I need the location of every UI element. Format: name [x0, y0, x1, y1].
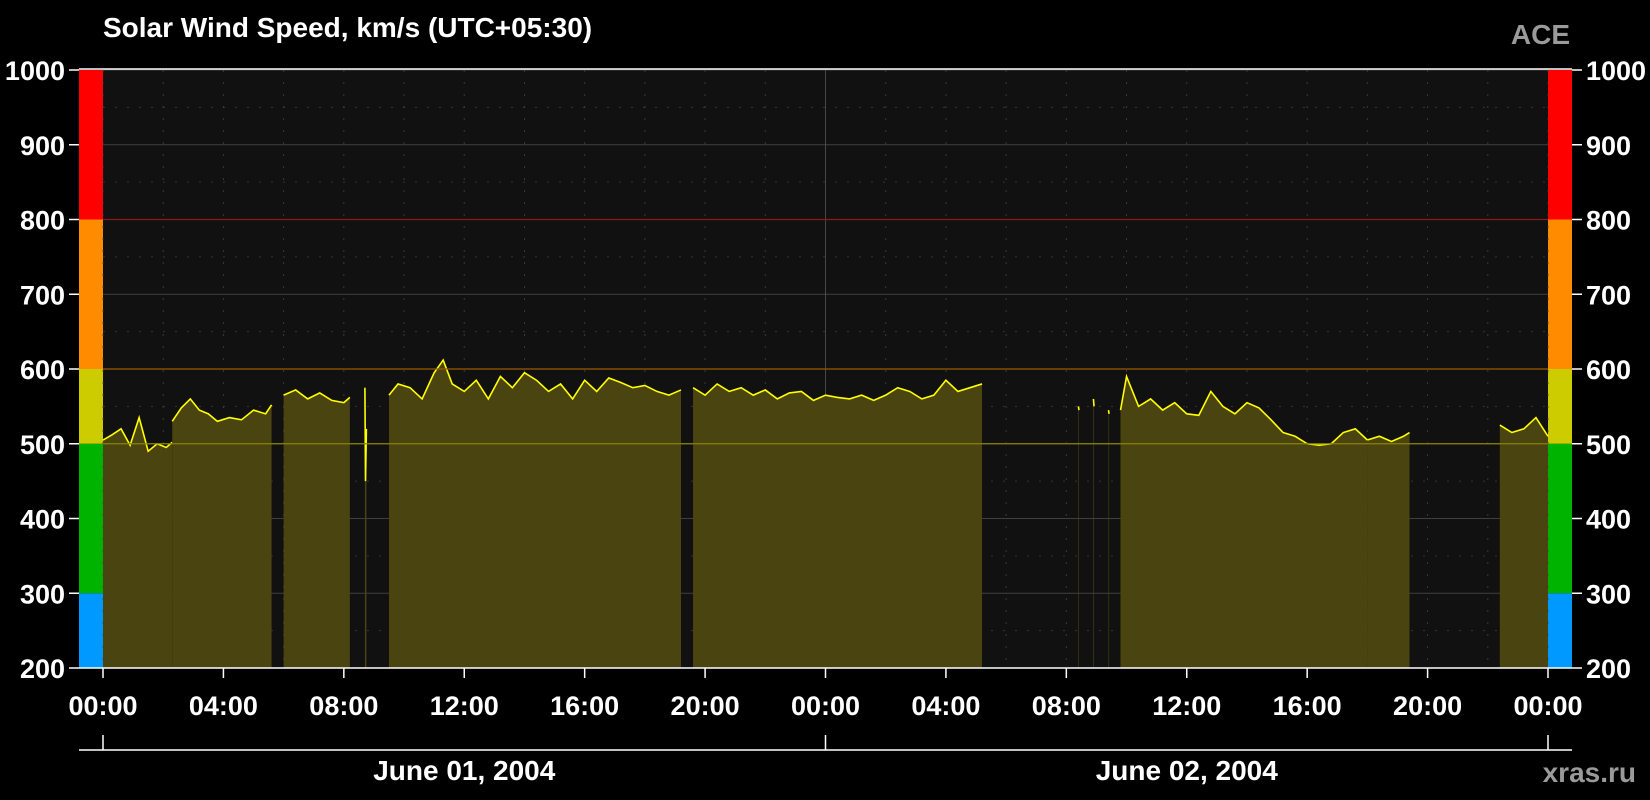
y-label-right: 1000	[1586, 56, 1646, 86]
color-band-left-500	[79, 369, 103, 444]
speed-area-segment-8	[1108, 410, 1110, 668]
x-label: 12:00	[1152, 691, 1221, 721]
y-label-left: 900	[20, 131, 65, 161]
x-label: 12:00	[430, 691, 499, 721]
color-band-right-600	[1548, 219, 1572, 369]
speed-area-segment-0	[103, 417, 173, 668]
y-label-right: 800	[1586, 206, 1631, 236]
y-label-right: 900	[1586, 131, 1631, 161]
speed-area-segment-4	[388, 360, 681, 668]
date-label: June 01, 2004	[373, 755, 556, 786]
speed-line-segment-8	[1107, 409, 1110, 414]
y-label-left: 500	[20, 430, 65, 460]
speed-area-segment-1	[172, 398, 272, 668]
x-label: 00:00	[1513, 691, 1582, 721]
x-label: 00:00	[791, 691, 860, 721]
x-label: 16:00	[1273, 691, 1342, 721]
speed-area-segment-5	[693, 380, 983, 668]
y-label-right: 500	[1586, 430, 1631, 460]
color-band-left-600	[79, 219, 103, 369]
y-label-right: 300	[1586, 579, 1631, 609]
y-label-left: 1000	[5, 56, 65, 86]
speed-area-segment-2	[283, 389, 350, 668]
chart-title: Solar Wind Speed, km/s (UTC+05:30)	[103, 12, 592, 43]
y-label-right: 700	[1586, 280, 1631, 310]
speed-area-segment-10	[1367, 432, 1410, 668]
x-label: 04:00	[189, 691, 258, 721]
color-band-left-800	[79, 70, 103, 220]
y-label-left: 300	[20, 579, 65, 609]
y-label-left: 600	[20, 355, 65, 385]
x-label: 08:00	[309, 691, 378, 721]
y-label-left: 400	[20, 505, 65, 535]
y-label-right: 600	[1586, 355, 1631, 385]
x-label: 08:00	[1032, 691, 1101, 721]
y-label-right: 200	[1586, 654, 1631, 684]
color-band-left-200	[79, 593, 103, 668]
speed-line-segment-6	[1077, 406, 1080, 411]
solar-wind-chart: 200 200 300 300 400 400 500 500 600 600 700 700 800 8…	[5, 12, 1646, 788]
speed-area-segment-7	[1093, 398, 1095, 668]
x-label: 16:00	[550, 691, 619, 721]
speed-area-segment-6	[1078, 406, 1079, 668]
color-band-right-300	[1548, 443, 1572, 594]
speed-line-segment-7	[1092, 398, 1095, 407]
color-band-right-200	[1548, 593, 1572, 668]
color-band-right-800	[1548, 70, 1572, 220]
y-label-right: 400	[1586, 505, 1631, 535]
color-band-left-300	[79, 443, 103, 594]
y-label-left: 200	[20, 654, 65, 684]
date-label: June 02, 2004	[1096, 755, 1279, 786]
source-label: ACE	[1511, 19, 1570, 50]
color-band-right-500	[1548, 369, 1572, 444]
x-label: 04:00	[911, 691, 980, 721]
credit-label: xras.ru	[1543, 757, 1636, 788]
x-label: 20:00	[1393, 691, 1462, 721]
y-label-left: 800	[20, 206, 65, 236]
x-label: 00:00	[68, 691, 137, 721]
x-label: 20:00	[671, 691, 740, 721]
y-label-left: 700	[20, 280, 65, 310]
speed-area-segment-11	[1499, 417, 1548, 668]
